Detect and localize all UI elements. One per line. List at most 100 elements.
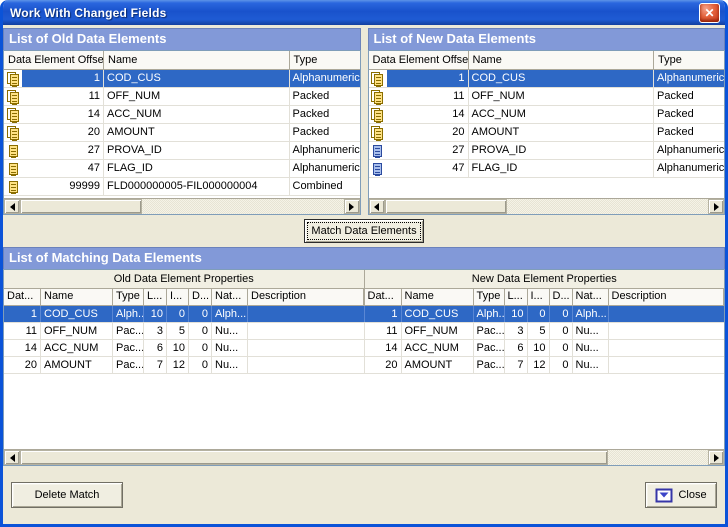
table-row[interactable]: 99999FLD000000005-FIL000000004Combined [4,178,360,196]
close-icon: ✕ [704,6,714,20]
footer-bar: Delete Match Close [3,466,725,524]
matching-table-row[interactable]: 1COD_CUSAlph...1000Alph...1COD_CUSAlph..… [4,306,724,323]
cell-value: 11 [4,323,41,339]
column-header-5[interactable]: D... [189,289,212,305]
column-header-6[interactable]: Nat... [212,289,248,305]
column-header-0[interactable]: Dat... [4,289,41,305]
doc-front-page [374,128,383,140]
new-data-elements-panel: List of New Data Elements Data Element O… [368,28,726,215]
cell-value: Nu... [212,340,248,356]
column-header-6[interactable]: Nat... [573,289,609,305]
table-row[interactable]: 20AMOUNTPacked [4,124,360,142]
column-header-offset[interactable]: Data Element Offset [4,51,104,69]
cell-value: 10 [528,340,550,356]
old-data-elements-panel: List of Old Data Elements Data Element O… [3,28,361,215]
name-value: AMOUNT [104,124,290,141]
name-value: FLAG_ID [104,160,290,177]
table-row[interactable]: 47FLAG_IDAlphanumeric [4,160,360,178]
offset-value: 14 [22,106,103,123]
table-row[interactable]: 27PROVA_IDAlphanumeric [369,142,725,160]
cell-value: Pac... [113,323,144,339]
old-half: 14ACC_NUMPac...6100Nu... [4,340,365,356]
column-header-type[interactable]: Type [290,51,360,69]
cell-value: COD_CUS [402,306,474,322]
column-header-0[interactable]: Dat... [365,289,402,305]
column-header-4[interactable]: I... [167,289,189,305]
column-header-2[interactable]: Type [113,289,144,305]
table-row[interactable]: 1COD_CUSAlphanumeric [369,70,725,88]
cell-value [248,340,364,356]
matching-grid-hscrollbar[interactable] [4,449,724,465]
icon-box [4,142,22,159]
copy-docs-yellow-icon [371,108,384,122]
column-header-3[interactable]: L... [144,289,167,305]
scroll-right-button[interactable] [708,199,724,214]
cell-value [248,306,364,322]
table-row[interactable]: 1COD_CUSAlphanumeric [4,70,360,88]
cell-value: AMOUNT [402,357,474,373]
column-header-5[interactable]: D... [550,289,573,305]
scroll-track[interactable] [142,199,344,214]
cell-value: 11 [365,323,402,339]
icon-box [4,178,22,195]
column-header-1[interactable]: Name [41,289,113,305]
offset-value: 99999 [22,178,103,195]
scroll-thumb[interactable] [385,199,507,214]
scroll-thumb[interactable] [20,450,608,465]
old-panel-title: List of Old Data Elements [3,28,361,50]
column-header-2[interactable]: Type [474,289,505,305]
scroll-right-button[interactable] [708,450,724,465]
new-grid-hscrollbar[interactable] [369,198,725,214]
icon-box [369,142,387,159]
cell-value: Nu... [573,357,609,373]
new-half: 11OFF_NUMPac...350Nu... [365,323,725,339]
scroll-left-button[interactable] [4,199,20,214]
matching-table-row[interactable]: 11OFF_NUMPac...350Nu...11OFF_NUMPac...35… [4,323,724,340]
scroll-left-button[interactable] [369,199,385,214]
matching-table-row[interactable]: 14ACC_NUMPac...6100Nu...14ACC_NUMPac...6… [4,340,724,357]
table-row[interactable]: 27PROVA_IDAlphanumeric [4,142,360,160]
column-header-name[interactable]: Name [104,51,290,69]
title-bar[interactable]: Work With Changed Fields ✕ [3,0,725,25]
table-row[interactable]: 11OFF_NUMPacked [369,88,725,106]
new-grid-header: Data Element Offset Name Type [369,51,725,70]
scroll-thumb[interactable] [20,199,142,214]
scroll-track[interactable] [608,450,708,465]
close-button[interactable]: Close [645,482,717,508]
old-grid-header: Data Element Offset Name Type [4,51,360,70]
column-header-4[interactable]: I... [528,289,550,305]
cell-value [609,306,725,322]
new-grid-body: 1COD_CUSAlphanumeric11OFF_NUMPacked14ACC… [369,70,725,198]
name-value: FLAG_ID [469,160,655,177]
table-row[interactable]: 47FLAG_IDAlphanumeric [369,160,725,178]
scroll-right-button[interactable] [344,199,360,214]
table-row[interactable]: 20AMOUNTPacked [369,124,725,142]
cell-value: Pac... [113,340,144,356]
scroll-left-button[interactable] [4,450,20,465]
window-title: Work With Changed Fields [10,6,699,20]
scroll-track[interactable] [507,199,709,214]
delete-match-button[interactable]: Delete Match [11,482,123,508]
copy-docs-yellow-icon [371,90,384,104]
window-close-button[interactable]: ✕ [699,3,720,23]
table-row[interactable]: 14ACC_NUMPacked [4,106,360,124]
old-grid-hscrollbar[interactable] [4,198,360,214]
column-header-type[interactable]: Type [654,51,724,69]
matching-table-row[interactable]: 20AMOUNTPac...7120Nu...20AMOUNTPac...712… [4,357,724,374]
column-header-1[interactable]: Name [402,289,474,305]
column-header-offset[interactable]: Data Element Offset [369,51,469,69]
table-row[interactable]: 14ACC_NUMPacked [369,106,725,124]
cell-value: Nu... [212,323,248,339]
type-value: Packed [290,106,360,123]
match-data-elements-button[interactable]: Match Data Elements [304,219,424,243]
column-header-7[interactable]: Description [248,289,364,305]
doc-front-page [374,110,383,122]
column-header-name[interactable]: Name [469,51,655,69]
table-row[interactable]: 11OFF_NUMPacked [4,88,360,106]
column-header-3[interactable]: L... [505,289,528,305]
old-half: 11OFF_NUMPac...350Nu... [4,323,365,339]
cell-value: ACC_NUM [41,340,113,356]
cell-value: Pac... [474,340,505,356]
column-header-7[interactable]: Description [609,289,725,305]
cell-value: 10 [144,306,167,322]
